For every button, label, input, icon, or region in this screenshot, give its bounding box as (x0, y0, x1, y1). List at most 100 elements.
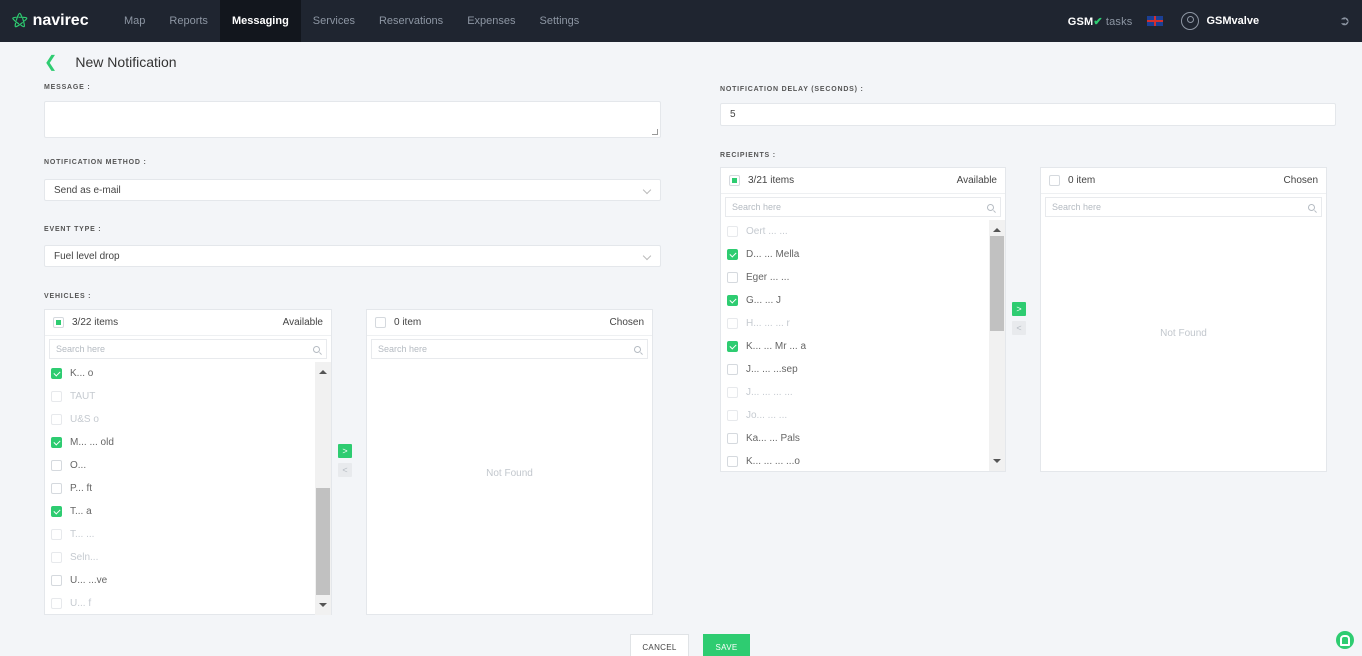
uk-flag-icon[interactable] (1146, 16, 1163, 26)
list-item[interactable]: D... ... Mella (721, 243, 1005, 266)
list-item[interactable]: O... (45, 454, 331, 477)
list-item[interactable]: T... a (45, 500, 331, 523)
scroll-up-arrow-icon[interactable] (993, 228, 1001, 232)
select-all-checkbox[interactable] (729, 175, 740, 186)
user-name[interactable]: GSMvalve (1207, 15, 1260, 27)
item-checkbox[interactable] (51, 598, 62, 609)
recipients-scrollbar[interactable] (989, 220, 1005, 471)
list-item[interactable]: K... o (45, 362, 331, 385)
list-item[interactable]: Eger ... ... (721, 266, 1005, 289)
item-label: Seln... (70, 552, 99, 563)
list-item[interactable]: J... ... ...sep (721, 358, 1005, 381)
item-label: U... f (70, 598, 92, 609)
message-textarea[interactable] (44, 101, 661, 138)
select-all-checkbox[interactable] (53, 317, 64, 328)
resize-grip-icon[interactable] (652, 129, 658, 135)
list-item[interactable]: K... ... ... ...o (721, 450, 1005, 473)
item-checkbox[interactable] (51, 391, 62, 402)
list-item[interactable]: U&S o (45, 408, 331, 431)
save-button[interactable]: SAVE (703, 634, 750, 656)
event-type-label: EVENT TYPE : (44, 226, 102, 233)
list-item[interactable]: U... ...ve (45, 569, 331, 592)
recipients-move-left-button[interactable]: < (1012, 321, 1026, 335)
item-checkbox[interactable] (727, 249, 738, 260)
item-label: Ka... ... Pals (746, 433, 800, 444)
item-checkbox[interactable] (51, 506, 62, 517)
nav-item-reservations[interactable]: Reservations (367, 0, 455, 42)
chevron-down-icon (642, 185, 652, 195)
item-checkbox[interactable] (51, 414, 62, 425)
notification-method-label: NOTIFICATION METHOD : (44, 159, 147, 166)
list-item[interactable]: P... ft (45, 477, 331, 500)
item-checkbox[interactable] (51, 368, 62, 379)
item-checkbox[interactable] (727, 410, 738, 421)
gsm-tasks-logo[interactable]: GSM✔ tasks (1068, 15, 1133, 28)
vehicles-available-search[interactable]: Search here (49, 339, 327, 359)
list-item[interactable]: K... ... Mr ... a (721, 335, 1005, 358)
list-item[interactable]: J... ... ... ... (721, 381, 1005, 404)
cancel-button[interactable]: CANCEL (630, 634, 689, 656)
navirec-logo-icon: ⚝ (12, 12, 28, 29)
list-item[interactable]: T... ... (45, 523, 331, 546)
item-checkbox[interactable] (727, 295, 738, 306)
list-item[interactable]: Ka... ... Pals (721, 427, 1005, 450)
item-checkbox[interactable] (51, 529, 62, 540)
item-label: J... ... ...sep (746, 364, 798, 375)
scroll-thumb[interactable] (316, 488, 330, 595)
item-checkbox[interactable] (727, 433, 738, 444)
brand-logo[interactable]: ⚝ navirec (12, 12, 112, 30)
vehicles-move-right-button[interactable]: > (338, 444, 352, 458)
item-checkbox[interactable] (51, 575, 62, 586)
nav-item-settings[interactable]: Settings (528, 0, 592, 42)
list-item[interactable]: Seln... (45, 546, 331, 569)
list-item[interactable]: G... ... J (721, 289, 1005, 312)
vehicles-scrollbar[interactable] (315, 362, 331, 615)
vehicles-available-count: 3/22 items (72, 317, 119, 328)
notification-bell-icon[interactable] (1336, 631, 1354, 649)
list-item[interactable]: M... ... old (45, 431, 331, 454)
vehicles-move-left-button[interactable]: < (338, 463, 352, 477)
list-item[interactable]: TAUT (45, 385, 331, 408)
select-all-checkbox[interactable] (375, 317, 386, 328)
search-icon (313, 345, 320, 353)
nav-item-messaging[interactable]: Messaging (219, 0, 301, 42)
vehicles-chosen-panel: 0 item Chosen Search here Not Found (366, 309, 653, 615)
item-checkbox[interactable] (727, 364, 738, 375)
scroll-down-arrow-icon[interactable] (319, 603, 327, 607)
item-checkbox[interactable] (727, 272, 738, 283)
chevron-left-icon[interactable]: ❮ (44, 52, 57, 72)
list-item[interactable]: H... ... ... r (721, 312, 1005, 335)
list-item[interactable]: Oert ... ... (721, 220, 1005, 243)
scroll-down-arrow-icon[interactable] (993, 459, 1001, 463)
item-label: TAUT (70, 391, 96, 402)
item-checkbox[interactable] (727, 387, 738, 398)
list-item[interactable]: Jo... ... ... (721, 404, 1005, 427)
item-checkbox[interactable] (727, 318, 738, 329)
logout-icon[interactable]: ➲ (1339, 13, 1350, 29)
nav-item-reports[interactable]: Reports (157, 0, 220, 42)
event-type-select[interactable]: Fuel level drop (44, 245, 661, 267)
recipients-chosen-search[interactable]: Search here (1045, 197, 1322, 217)
recipients-available-search[interactable]: Search here (725, 197, 1001, 217)
item-checkbox[interactable] (51, 483, 62, 494)
nav-item-expenses[interactable]: Expenses (455, 0, 527, 42)
item-checkbox[interactable] (727, 456, 738, 467)
select-all-checkbox[interactable] (1049, 175, 1060, 186)
scroll-thumb[interactable] (990, 236, 1004, 331)
item-label: J... ... ... ... (746, 387, 793, 398)
notification-delay-input[interactable]: 5 (720, 103, 1336, 126)
item-checkbox[interactable] (727, 341, 738, 352)
list-item[interactable]: U... f (45, 592, 331, 615)
user-circle-icon[interactable] (1180, 12, 1199, 30)
notification-method-select[interactable]: Send as e-mail (44, 179, 661, 201)
item-checkbox[interactable] (51, 437, 62, 448)
item-checkbox[interactable] (51, 460, 62, 471)
scroll-up-arrow-icon[interactable] (319, 370, 327, 374)
recipients-move-right-button[interactable]: > (1012, 302, 1026, 316)
item-checkbox[interactable] (727, 226, 738, 237)
item-checkbox[interactable] (51, 552, 62, 563)
vehicles-chosen-search[interactable]: Search here (371, 339, 648, 359)
item-label: O... (70, 460, 87, 471)
nav-item-map[interactable]: Map (112, 0, 157, 42)
nav-item-services[interactable]: Services (301, 0, 367, 42)
